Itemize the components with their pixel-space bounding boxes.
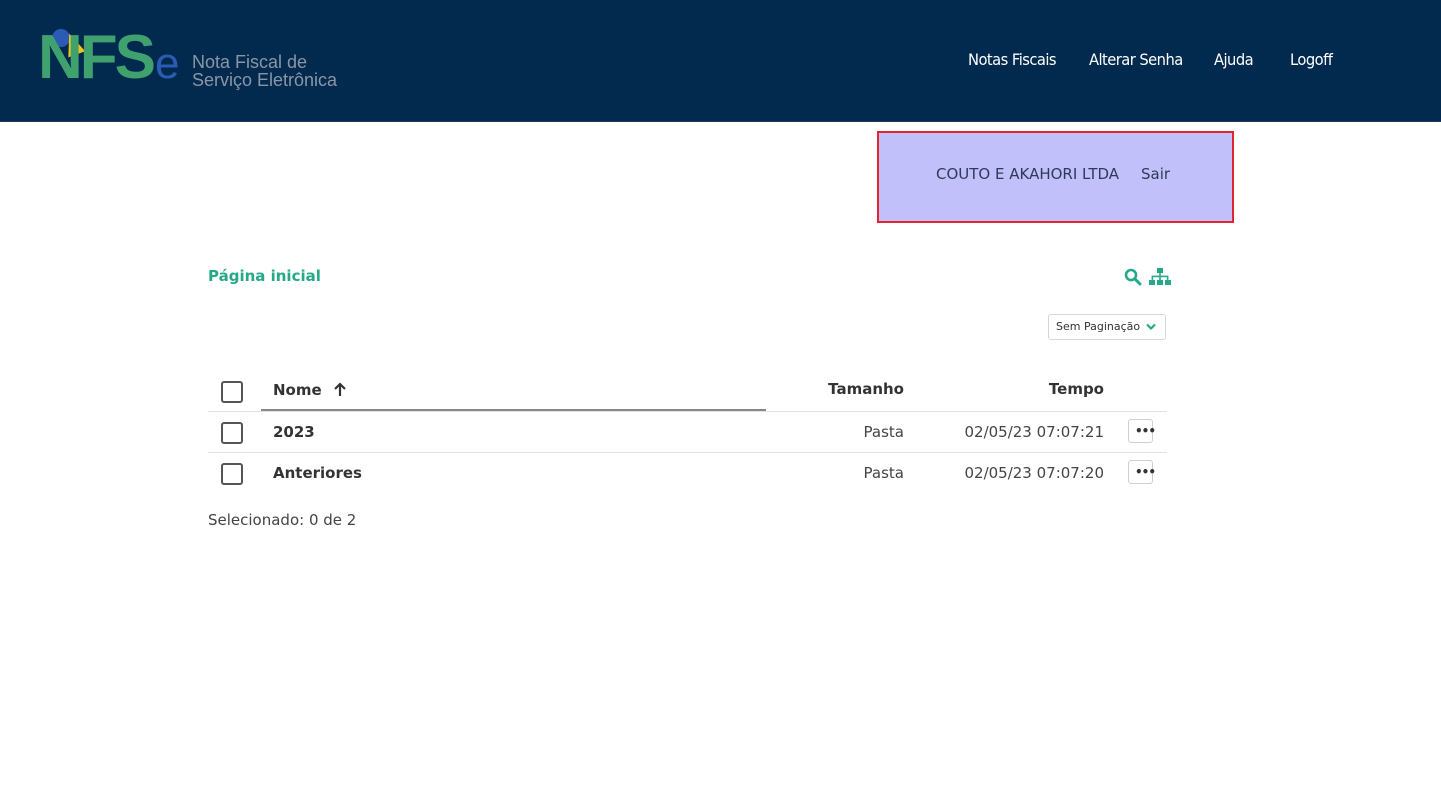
row-more-button[interactable]: ••• <box>1128 460 1156 484</box>
column-header-name-label: Nome <box>273 381 322 399</box>
pagination-selected-label: Sem Paginação <box>1056 320 1141 333</box>
pagination-select[interactable]: Sem Paginação <box>1048 314 1166 340</box>
logo-letter-s: S <box>114 23 156 92</box>
column-header-size[interactable]: Tamanho <box>828 380 904 398</box>
table-row[interactable]: Anteriores Pasta 02/05/23 07:07:20 ••• <box>208 452 1167 494</box>
row-checkbox[interactable] <box>221 463 243 485</box>
chevron-down-icon <box>1146 323 1156 331</box>
select-all-checkbox[interactable] <box>221 381 243 403</box>
row-time: 02/05/23 07:07:20 <box>964 464 1104 482</box>
search-icon[interactable] <box>1124 268 1142 286</box>
logo-text-line1: Nota Fiscal de <box>192 52 308 72</box>
nav-ajuda[interactable]: Ajuda <box>1214 48 1254 72</box>
sitemap-icon[interactable] <box>1149 268 1171 286</box>
exit-link[interactable]: Sair <box>1141 165 1170 183</box>
row-name[interactable]: 2023 <box>273 423 315 441</box>
logo-letter-f: F <box>79 23 118 92</box>
row-checkbox[interactable] <box>221 422 243 444</box>
ellipsis-icon: ••• <box>1135 465 1156 479</box>
top-header: NFSe Nota Fiscal de Serviço Eletrônica N… <box>0 0 1441 122</box>
logo-text-line2: Serviço Eletrônica <box>192 70 338 90</box>
table-row[interactable]: 2023 Pasta 02/05/23 07:07:21 ••• <box>208 411 1167 453</box>
ellipsis-icon: ••• <box>1135 424 1156 438</box>
nav-alterar-senha[interactable]: Alterar Senha <box>1089 48 1183 72</box>
column-header-time[interactable]: Tempo <box>1049 380 1104 398</box>
user-info-box: COUTO E AKAHORI LTDA Sair <box>877 131 1234 223</box>
nfse-logo[interactable]: NFSe Nota Fiscal de Serviço Eletrônica <box>38 27 338 93</box>
logo-text: Nota Fiscal de Serviço Eletrônica <box>192 53 337 89</box>
row-size: Pasta <box>863 423 904 441</box>
row-size: Pasta <box>863 464 904 482</box>
logo-mark: NFSe <box>38 27 180 89</box>
column-header-name[interactable]: Nome <box>273 380 347 399</box>
nav-notas-fiscais[interactable]: Notas Fiscais <box>968 48 1057 72</box>
breadcrumb-home[interactable]: Página inicial <box>208 267 321 285</box>
row-time: 02/05/23 07:07:21 <box>964 423 1104 441</box>
row-more-button[interactable]: ••• <box>1128 419 1156 443</box>
nav-logoff[interactable]: Logoff <box>1290 48 1333 72</box>
row-name[interactable]: Anteriores <box>273 464 362 482</box>
sort-ascending-icon <box>334 382 346 396</box>
logo-letter-n: N <box>38 23 83 92</box>
logo-letter-e: e <box>155 39 180 88</box>
company-name: COUTO E AKAHORI LTDA <box>936 165 1120 183</box>
selection-status: Selecionado: 0 de 2 <box>208 511 357 529</box>
